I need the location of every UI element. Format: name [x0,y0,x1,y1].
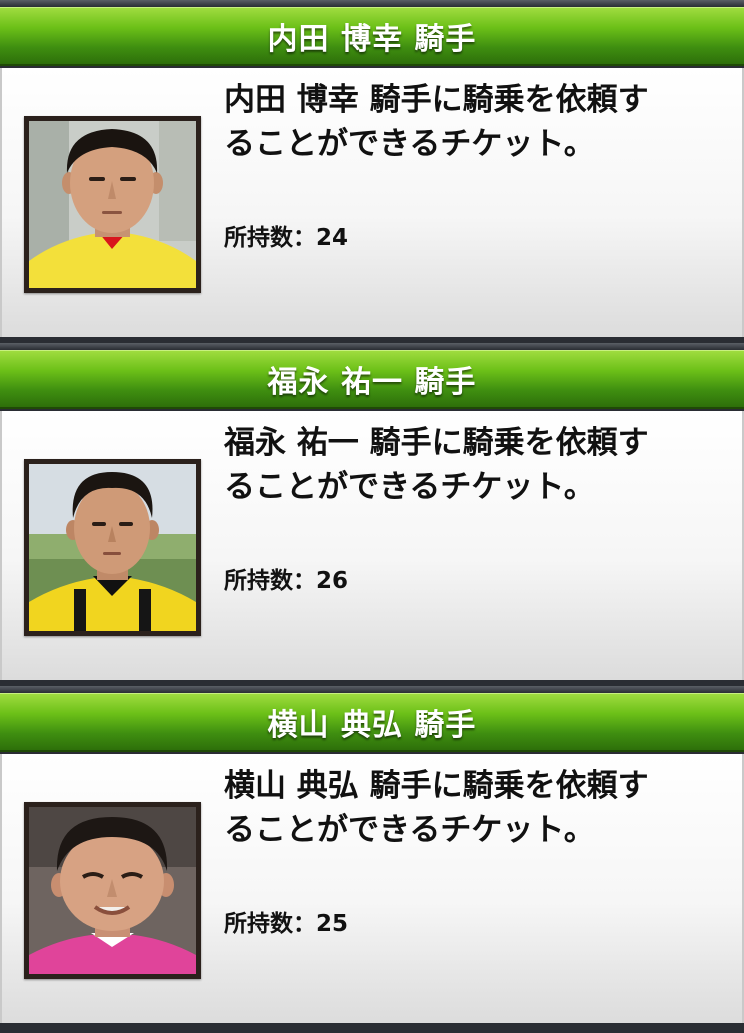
ticket-description: 横山 典弘 騎手に騎乗を依頼す ることができるチケット。 [224,764,724,852]
owned-count-label: 所持数： [224,911,316,937]
description-line: 福永 祐一 騎手に騎乗を依頼す [224,425,649,461]
card-header: 横山 典弘 騎手 [0,693,744,752]
jockey-name-title: 横山 典弘 騎手 [267,708,477,743]
card-body: 横山 典弘 騎手に騎乗を依頼す ることができるチケット。 所持数：25 [0,754,744,1023]
jockey-name-title: 福永 祐一 騎手 [267,365,477,400]
jockey-ticket-list: 内田 博幸 騎手 内田 博幸 騎手に騎乗を依頼す ることができるチケット。 所持… [0,0,744,1033]
card-divider [0,0,744,7]
owned-count-value: 26 [316,568,349,594]
ticket-description: 内田 博幸 騎手に騎乗を依頼す ることができるチケット。 [224,78,724,166]
owned-count-value: 24 [316,225,349,251]
jockey-photo [24,459,201,636]
jockey-photo [24,116,201,293]
jockey-portrait-image [29,121,196,288]
description-line: ることができるチケット。 [224,812,595,848]
description-line: 内田 博幸 騎手に騎乗を依頼す [224,82,649,118]
jockey-ticket-card[interactable]: 内田 博幸 騎手 内田 博幸 騎手に騎乗を依頼す ることができるチケット。 所持… [0,0,744,337]
card-divider [0,343,744,350]
jockey-photo [24,802,201,979]
owned-count-label: 所持数： [224,225,316,251]
card-header: 内田 博幸 騎手 [0,7,744,66]
jockey-ticket-card[interactable]: 横山 典弘 騎手 横山 典弘 騎手に騎乗を依頼す ることができるチケット。 所持… [0,686,744,1023]
card-body: 福永 祐一 騎手に騎乗を依頼す ることができるチケット。 所持数：26 [0,411,744,680]
card-divider [0,686,744,693]
owned-count-label: 所持数： [224,568,316,594]
jockey-portrait-image [29,464,196,631]
owned-count: 所持数：24 [224,218,348,252]
jockey-ticket-card[interactable]: 福永 祐一 騎手 福永 祐一 騎手に騎乗を依頼す ることができるチケット。 所持… [0,343,744,680]
owned-count-value: 25 [316,911,349,937]
jockey-name-title: 内田 博幸 騎手 [267,22,477,57]
description-line: ることができるチケット。 [224,469,595,505]
card-header: 福永 祐一 騎手 [0,350,744,409]
description-line: ることができるチケット。 [224,126,595,162]
card-body: 内田 博幸 騎手に騎乗を依頼す ることができるチケット。 所持数：24 [0,68,744,337]
description-line: 横山 典弘 騎手に騎乗を依頼す [224,768,649,804]
owned-count: 所持数：26 [224,561,348,595]
jockey-portrait-image [29,807,196,974]
ticket-description: 福永 祐一 騎手に騎乗を依頼す ることができるチケット。 [224,421,724,509]
owned-count: 所持数：25 [224,904,348,938]
